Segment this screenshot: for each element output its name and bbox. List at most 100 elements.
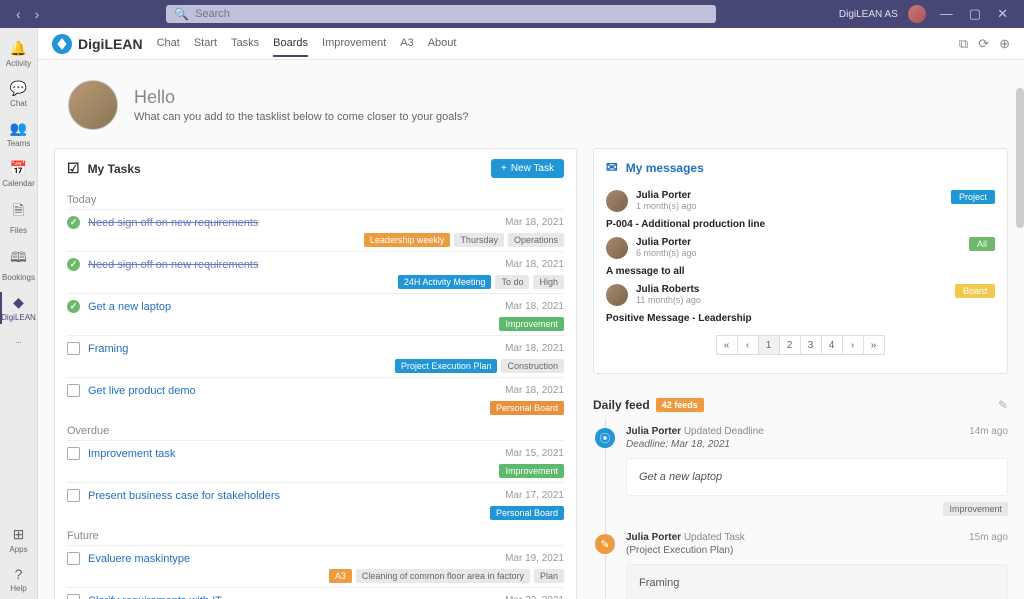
feed-content-box[interactable]: Get a new laptop (626, 458, 1008, 496)
task-text[interactable]: Need sign off on new requirements (88, 217, 497, 229)
task-text[interactable]: Present business case for stakeholders (88, 490, 497, 502)
task-tag[interactable]: Improvement (499, 317, 564, 331)
task-date: Mar 18, 2021 (505, 343, 564, 354)
task-tag[interactable]: Personal Board (490, 401, 564, 415)
rail-chat[interactable]: 💬Chat (0, 74, 38, 114)
feed-settings-icon[interactable]: ✎ (998, 398, 1008, 412)
task-checkbox[interactable] (67, 216, 80, 229)
task-tag[interactable]: High (533, 275, 564, 289)
feed-time: 14m ago (969, 426, 1008, 437)
rail-digilean[interactable]: ◆DigiLEAN (0, 288, 38, 328)
tab-boards[interactable]: Boards (273, 31, 308, 57)
message-badge[interactable]: All (969, 237, 995, 251)
task-tag[interactable]: Thursday (454, 233, 504, 247)
close-button[interactable]: ✕ (993, 4, 1012, 24)
teams-icon: 👥 (10, 120, 27, 137)
tab-about[interactable]: About (428, 31, 457, 57)
task-checkbox[interactable] (67, 447, 80, 460)
task-tag[interactable]: Cleaning of common floor area in factory (356, 569, 530, 583)
chat-icon: 💬 (10, 80, 27, 97)
rail-calendar[interactable]: 📅Calendar (0, 154, 38, 194)
task-text[interactable]: Get a new laptop (88, 301, 497, 313)
task-date: Mar 22, 2021 (505, 595, 564, 599)
rail-activity[interactable]: 🔔Activity (0, 34, 38, 74)
refresh-icon[interactable]: ⟳ (978, 36, 989, 52)
feed-section: Daily feed 42 feeds ✎ ⦿Julia Porter Upda… (593, 388, 1008, 599)
minimize-button[interactable]: ― (936, 4, 957, 24)
user-avatar[interactable] (908, 5, 926, 23)
message-badge[interactable]: Project (951, 190, 995, 204)
task-text[interactable]: Improvement task (88, 448, 497, 460)
rail-apps[interactable]: ⊞Apps (0, 520, 38, 560)
page-button[interactable]: » (863, 335, 885, 355)
task-tag[interactable]: Operations (508, 233, 564, 247)
nav-back[interactable]: ‹ (12, 4, 25, 24)
message-item[interactable]: Julia Roberts11 month(s) agoBoard (606, 280, 995, 310)
task-tag[interactable]: Plan (534, 569, 564, 583)
task-tag[interactable]: Project Execution Plan (395, 359, 498, 373)
task-tag[interactable]: A3 (329, 569, 352, 583)
task-checkbox[interactable] (67, 594, 80, 599)
message-avatar (606, 190, 628, 212)
rail-help[interactable]: ?Help (0, 560, 38, 599)
rail-bookings[interactable]: 🕮Bookings (0, 241, 38, 288)
feed-time: 15m ago (969, 532, 1008, 543)
new-task-button[interactable]: + New Task (491, 159, 564, 178)
app-icon: ◆ (13, 294, 24, 311)
task-text[interactable]: Evaluere maskintype (88, 553, 497, 565)
page-button[interactable]: 4 (821, 335, 843, 355)
task-checkbox[interactable] (67, 384, 80, 397)
page-button[interactable]: 2 (779, 335, 801, 355)
task-date: Mar 18, 2021 (505, 385, 564, 396)
task-text[interactable]: Framing (88, 343, 497, 355)
nav-forward[interactable]: › (31, 4, 44, 24)
task-checkbox[interactable] (67, 489, 80, 502)
task-tag[interactable]: To do (495, 275, 529, 289)
search-box[interactable]: 🔍 (166, 5, 716, 23)
feed-meta: Julia Porter Updated Deadline (626, 426, 764, 437)
popout-icon[interactable]: ⧉ (959, 36, 968, 52)
task-checkbox[interactable] (67, 342, 80, 355)
page-button[interactable]: 1 (758, 335, 780, 355)
message-badge[interactable]: Board (955, 284, 995, 298)
checkbox-icon: ☑ (67, 160, 80, 177)
tasks-title: My Tasks (88, 162, 141, 176)
page-button[interactable]: 3 (800, 335, 822, 355)
message-item[interactable]: Julia Porter1 month(s) agoProject (606, 186, 995, 216)
rail-files[interactable]: 🗎Files (0, 194, 38, 241)
message-time: 1 month(s) ago (636, 201, 943, 211)
task-tag[interactable]: 24H Activity Meeting (398, 275, 492, 289)
tab-start[interactable]: Start (194, 31, 217, 57)
feed-tag[interactable]: Improvement (943, 502, 1008, 516)
task-text[interactable]: Clarify requirements with IT (88, 595, 497, 599)
task-text[interactable]: Get live product demo (88, 385, 497, 397)
tab-tasks[interactable]: Tasks (231, 31, 259, 57)
task-checkbox[interactable] (67, 258, 80, 271)
app-name: DigiLEAN (78, 36, 143, 52)
tab-chat[interactable]: Chat (157, 31, 180, 57)
bell-icon: 🔔 (10, 40, 27, 57)
search-input[interactable] (195, 8, 708, 20)
task-tag[interactable]: Leadership weekly (364, 233, 451, 247)
page-button[interactable]: ‹ (737, 335, 759, 355)
task-checkbox[interactable] (67, 552, 80, 565)
tab-improvement[interactable]: Improvement (322, 31, 386, 57)
message-item[interactable]: Julia Porter6 month(s) agoAll (606, 233, 995, 263)
task-tag[interactable]: Personal Board (490, 506, 564, 520)
task-tag[interactable]: Construction (501, 359, 564, 373)
feed-subtext: (Project Execution Plan) (626, 545, 1008, 556)
page-button[interactable]: « (716, 335, 738, 355)
page-button[interactable]: › (842, 335, 864, 355)
task-checkbox[interactable] (67, 300, 80, 313)
tab-a3[interactable]: A3 (400, 31, 413, 57)
rail-more[interactable]: ... (0, 328, 38, 351)
message-avatar (606, 237, 628, 259)
feed-content-box[interactable]: Framing (626, 564, 1008, 599)
task-text[interactable]: Need sign off on new requirements (88, 259, 497, 271)
globe-icon[interactable]: ⊕ (999, 36, 1010, 52)
rail-teams[interactable]: 👥Teams (0, 114, 38, 154)
maximize-button[interactable]: ▢ (965, 4, 985, 24)
task-tag[interactable]: Improvement (499, 464, 564, 478)
scrollbar-thumb[interactable] (1016, 88, 1024, 228)
scrollbar[interactable] (1016, 88, 1024, 599)
